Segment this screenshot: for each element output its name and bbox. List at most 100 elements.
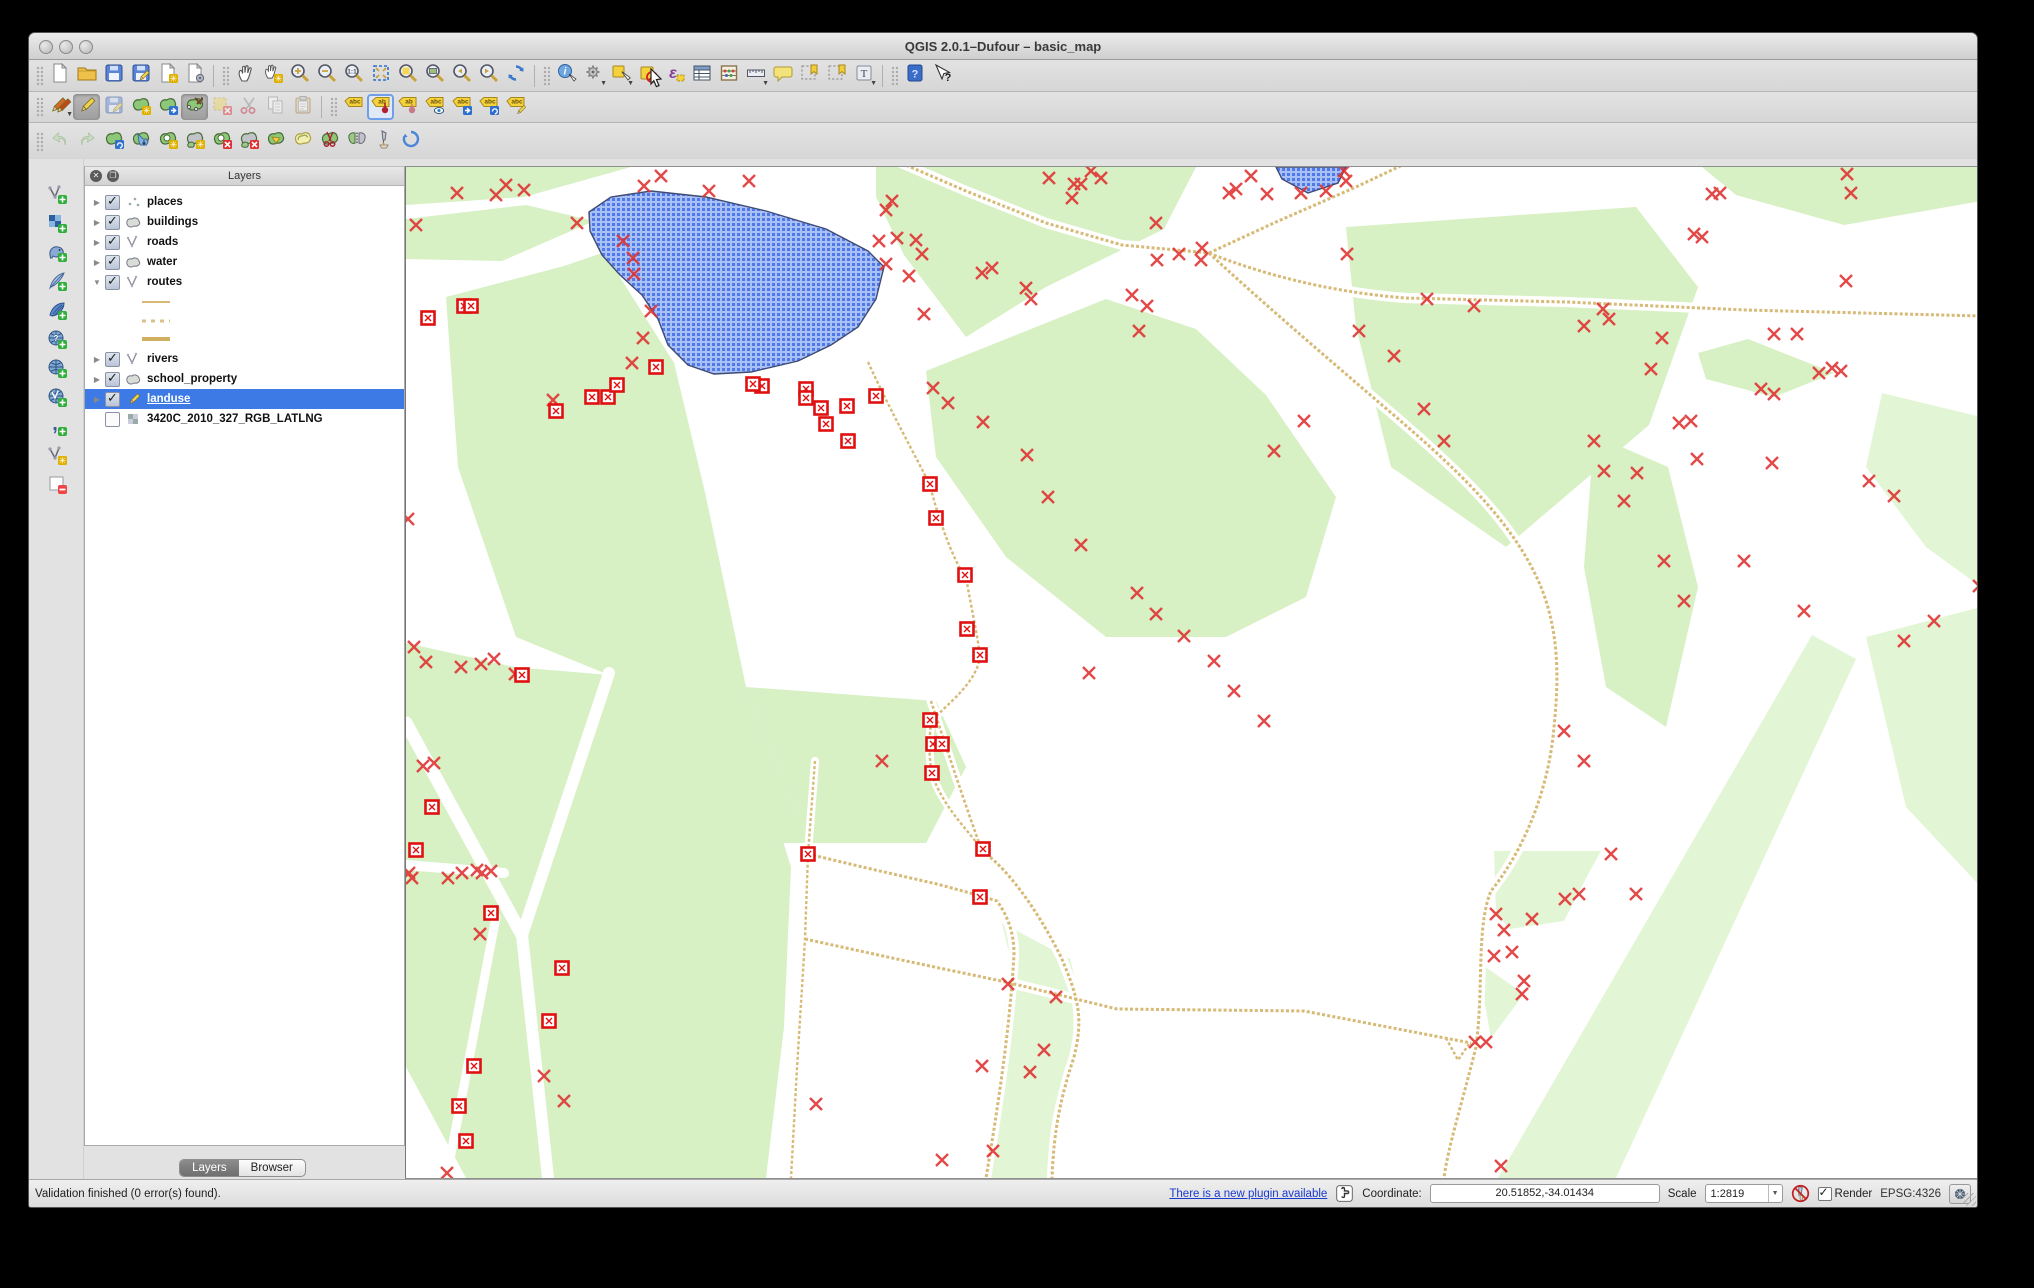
cut-features-button[interactable] <box>235 94 262 120</box>
layer-visibility-checkbox[interactable] <box>105 193 120 210</box>
offset-curve-button[interactable] <box>289 129 316 155</box>
zoom-to-layer-button[interactable] <box>421 63 448 89</box>
undo-button[interactable] <box>46 129 73 155</box>
expand-arrow-icon[interactable]: ▶ <box>91 395 103 404</box>
current-edits-button[interactable]: ▼ <box>46 94 73 120</box>
minimize-window-button[interactable] <box>59 40 73 54</box>
simplify-feature-button[interactable] <box>127 129 154 155</box>
zoom-in-button[interactable] <box>286 63 313 89</box>
merge-attributes-button[interactable] <box>370 129 397 155</box>
zoom-to-selection-button[interactable] <box>394 63 421 89</box>
highlight-pinned-labels-button[interactable]: ab <box>394 94 421 120</box>
map-canvas[interactable] <box>399 153 1977 1184</box>
dropdown-arrow-icon[interactable]: ▼ <box>66 111 73 118</box>
node-tool-button[interactable] <box>181 94 208 120</box>
zoom-last-button[interactable] <box>448 63 475 89</box>
measure-button[interactable]: ▼ <box>742 63 769 89</box>
symbology-item-dashed[interactable] <box>85 311 404 330</box>
add-feature-button[interactable]: ✳ <box>127 94 154 120</box>
scale-dropdown-icon[interactable]: ▼ <box>1767 1185 1782 1202</box>
move-feature-button[interactable] <box>154 94 181 120</box>
symbology-item-solid[interactable] <box>85 292 404 311</box>
text-annotation-button[interactable]: T ▼ <box>850 63 877 89</box>
dropdown-arrow-icon[interactable]: ▼ <box>600 80 607 87</box>
copy-features-button[interactable] <box>262 94 289 120</box>
delete-ring-button[interactable] <box>208 129 235 155</box>
plugin-icon[interactable] <box>1335 1184 1354 1203</box>
layer-item-water[interactable]: ▶ water <box>85 252 404 272</box>
close-window-button[interactable] <box>39 40 53 54</box>
expand-arrow-icon[interactable]: ▶ <box>91 375 103 384</box>
help-contents-button[interactable]: ? <box>901 63 928 89</box>
refresh-map-button[interactable] <box>502 63 529 89</box>
dropdown-arrow-icon[interactable]: ▼ <box>870 80 877 87</box>
layer-item-rivers[interactable]: ▶ rivers <box>85 349 404 369</box>
expand-arrow-icon[interactable]: ▶ <box>91 258 103 267</box>
layer-visibility-checkbox[interactable] <box>105 390 120 407</box>
symbology-item-thick[interactable] <box>85 330 404 349</box>
whats-this-button[interactable]: ? <box>928 63 955 89</box>
toolbar-grip[interactable] <box>222 65 229 86</box>
tab-browser[interactable]: Browser <box>239 1160 305 1176</box>
layer-visibility-checkbox[interactable] <box>105 411 120 427</box>
fill-ring-button[interactable] <box>262 129 289 155</box>
layer-item-routes[interactable]: ▼ routes <box>85 272 404 292</box>
run-feature-action-button[interactable]: ▼ <box>580 63 607 89</box>
add-wcs-layer-button[interactable] <box>43 357 71 383</box>
add-part-button[interactable]: ✳ <box>181 129 208 155</box>
render-checkbox[interactable] <box>1817 1185 1832 1201</box>
change-label-button[interactable]: abc <box>502 94 529 120</box>
open-project-button[interactable] <box>73 63 100 89</box>
tab-layers[interactable]: Layers <box>180 1160 239 1176</box>
layer-visibility-checkbox[interactable] <box>105 233 120 250</box>
show-bookmarks-button[interactable] <box>823 63 850 89</box>
rotate-label-button[interactable]: abc <box>475 94 502 120</box>
split-features-button[interactable] <box>316 129 343 155</box>
remove-layer-button[interactable] <box>43 473 71 499</box>
save-project-as-button[interactable] <box>127 63 154 89</box>
new-print-composer-button[interactable]: ✳ <box>154 62 181 89</box>
new-shapefile-layer-button[interactable]: ✳ <box>43 444 71 470</box>
layer-visibility-checkbox[interactable] <box>105 370 120 387</box>
expand-arrow-icon[interactable]: ▶ <box>91 218 103 227</box>
add-ring-button[interactable]: ✳ <box>154 129 181 155</box>
expand-arrow-icon[interactable]: ▶ <box>91 355 103 364</box>
pan-map-button[interactable] <box>232 63 259 89</box>
add-raster-layer-button[interactable] <box>43 212 71 238</box>
save-project-button[interactable] <box>100 63 127 89</box>
paste-features-button[interactable] <box>289 94 316 120</box>
layer-item-landuse[interactable]: ▶ landuse <box>85 389 404 409</box>
composer-manager-button[interactable] <box>181 62 208 89</box>
layer-item-3420C_2010_327_RGB_LATLNG[interactable]: 3420C_2010_327_RGB_LATLNG <box>85 409 404 429</box>
add-wfs-layer-button[interactable] <box>43 386 71 412</box>
toolbar-grip[interactable] <box>36 131 43 152</box>
rotate-feature-button[interactable] <box>100 129 127 155</box>
expand-arrow-icon[interactable]: ▶ <box>91 198 103 207</box>
pan-to-selection-button[interactable]: ✳ <box>259 63 286 89</box>
show-hide-labels-button[interactable]: abc <box>421 94 448 120</box>
new-bookmark-button[interactable] <box>796 63 823 89</box>
layer-item-roads[interactable]: ▶ roads <box>85 232 404 252</box>
scale-combo[interactable]: 1:2819 ▼ <box>1704 1184 1783 1203</box>
resize-grip[interactable] <box>1963 1193 1976 1206</box>
toolbar-grip[interactable] <box>330 97 337 117</box>
redo-button[interactable] <box>73 129 100 155</box>
pin-labels-button[interactable]: ab <box>367 94 394 120</box>
layer-visibility-checkbox[interactable] <box>105 273 120 290</box>
save-layer-edits-button[interactable] <box>100 94 127 120</box>
identify-features-button[interactable]: i <box>553 63 580 89</box>
zoom-next-button[interactable] <box>475 63 502 89</box>
coordinate-input[interactable]: 20.51852,-34.01434 <box>1429 1184 1660 1203</box>
zoom-full-button[interactable] <box>367 63 394 89</box>
open-attribute-table-button[interactable] <box>688 63 715 89</box>
layer-visibility-checkbox[interactable] <box>105 350 120 367</box>
add-spatialite-layer-button[interactable] <box>43 270 71 296</box>
add-wms-layer-button[interactable]: ? <box>43 328 71 354</box>
layer-visibility-checkbox[interactable] <box>105 213 120 230</box>
expand-arrow-icon[interactable]: ▶ <box>91 238 103 247</box>
select-by-expression-button[interactable]: ε <box>661 63 688 89</box>
zoom-window-button[interactable] <box>79 40 93 54</box>
select-features-button[interactable]: ▼ <box>607 63 634 89</box>
toolbar-grip[interactable] <box>543 65 550 86</box>
toolbar-grip[interactable] <box>36 97 43 117</box>
